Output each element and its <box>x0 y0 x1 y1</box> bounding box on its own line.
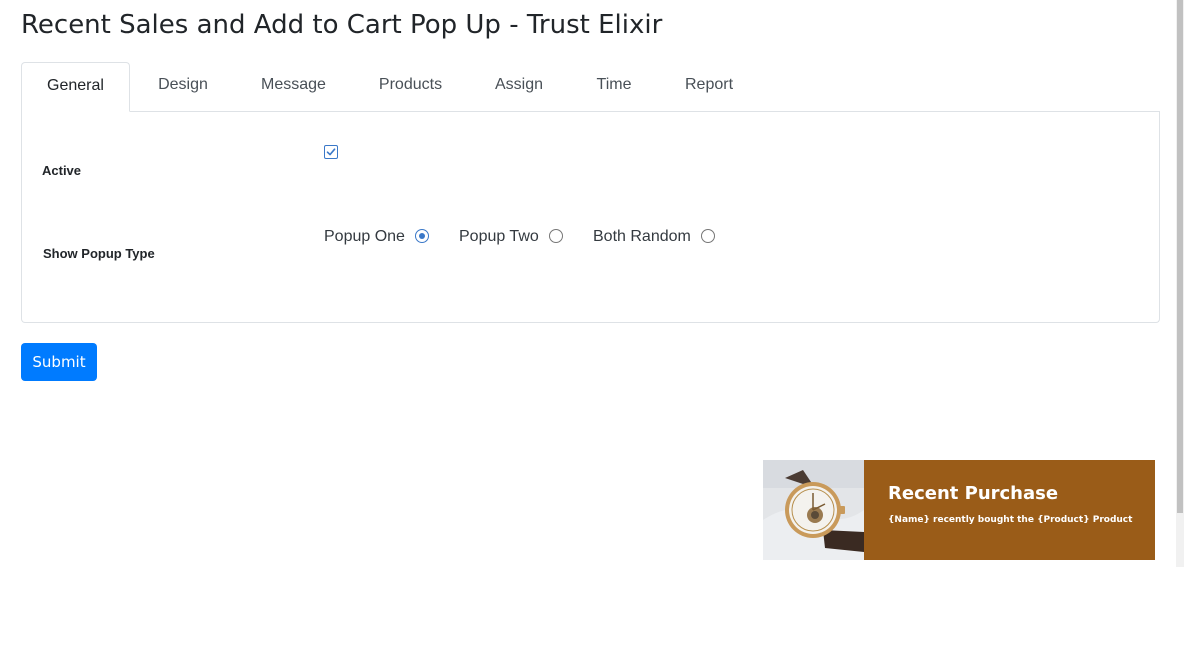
popup-title: Recent Purchase <box>888 483 1059 504</box>
scrollbar-thumb[interactable] <box>1177 0 1183 513</box>
both-random-radio[interactable] <box>701 229 715 243</box>
popup-two-radio[interactable] <box>549 229 563 243</box>
tab-design[interactable]: Design <box>138 62 228 112</box>
popup-message: {Name} recently bought the {Product} Pro… <box>888 515 1133 525</box>
popup-one-label: Popup One <box>324 228 405 245</box>
popup-type-label: Show Popup Type <box>43 246 155 261</box>
tab-message[interactable]: Message <box>246 62 341 112</box>
popup-one-radio[interactable] <box>415 229 429 243</box>
tab-bar: General Design Message Products Assign T… <box>21 62 1160 112</box>
tab-products[interactable]: Products <box>364 62 457 112</box>
active-label: Active <box>42 163 82 178</box>
page-title: Recent Sales and Add to Cart Pop Up - Tr… <box>21 10 663 40</box>
checkmark-icon <box>326 148 336 156</box>
tab-assign[interactable]: Assign <box>482 62 556 112</box>
popup-two-label: Popup Two <box>459 228 539 245</box>
both-random-label: Both Random <box>593 228 691 245</box>
popup-preview: Recent Purchase {Name} recently bought t… <box>763 460 1155 560</box>
tab-general[interactable]: General <box>21 62 130 112</box>
submit-button[interactable]: Submit <box>21 343 97 381</box>
tab-time[interactable]: Time <box>581 62 647 112</box>
tab-report[interactable]: Report <box>673 62 745 112</box>
general-panel <box>21 111 1160 323</box>
active-checkbox[interactable] <box>324 145 338 159</box>
watch-image <box>763 460 864 560</box>
